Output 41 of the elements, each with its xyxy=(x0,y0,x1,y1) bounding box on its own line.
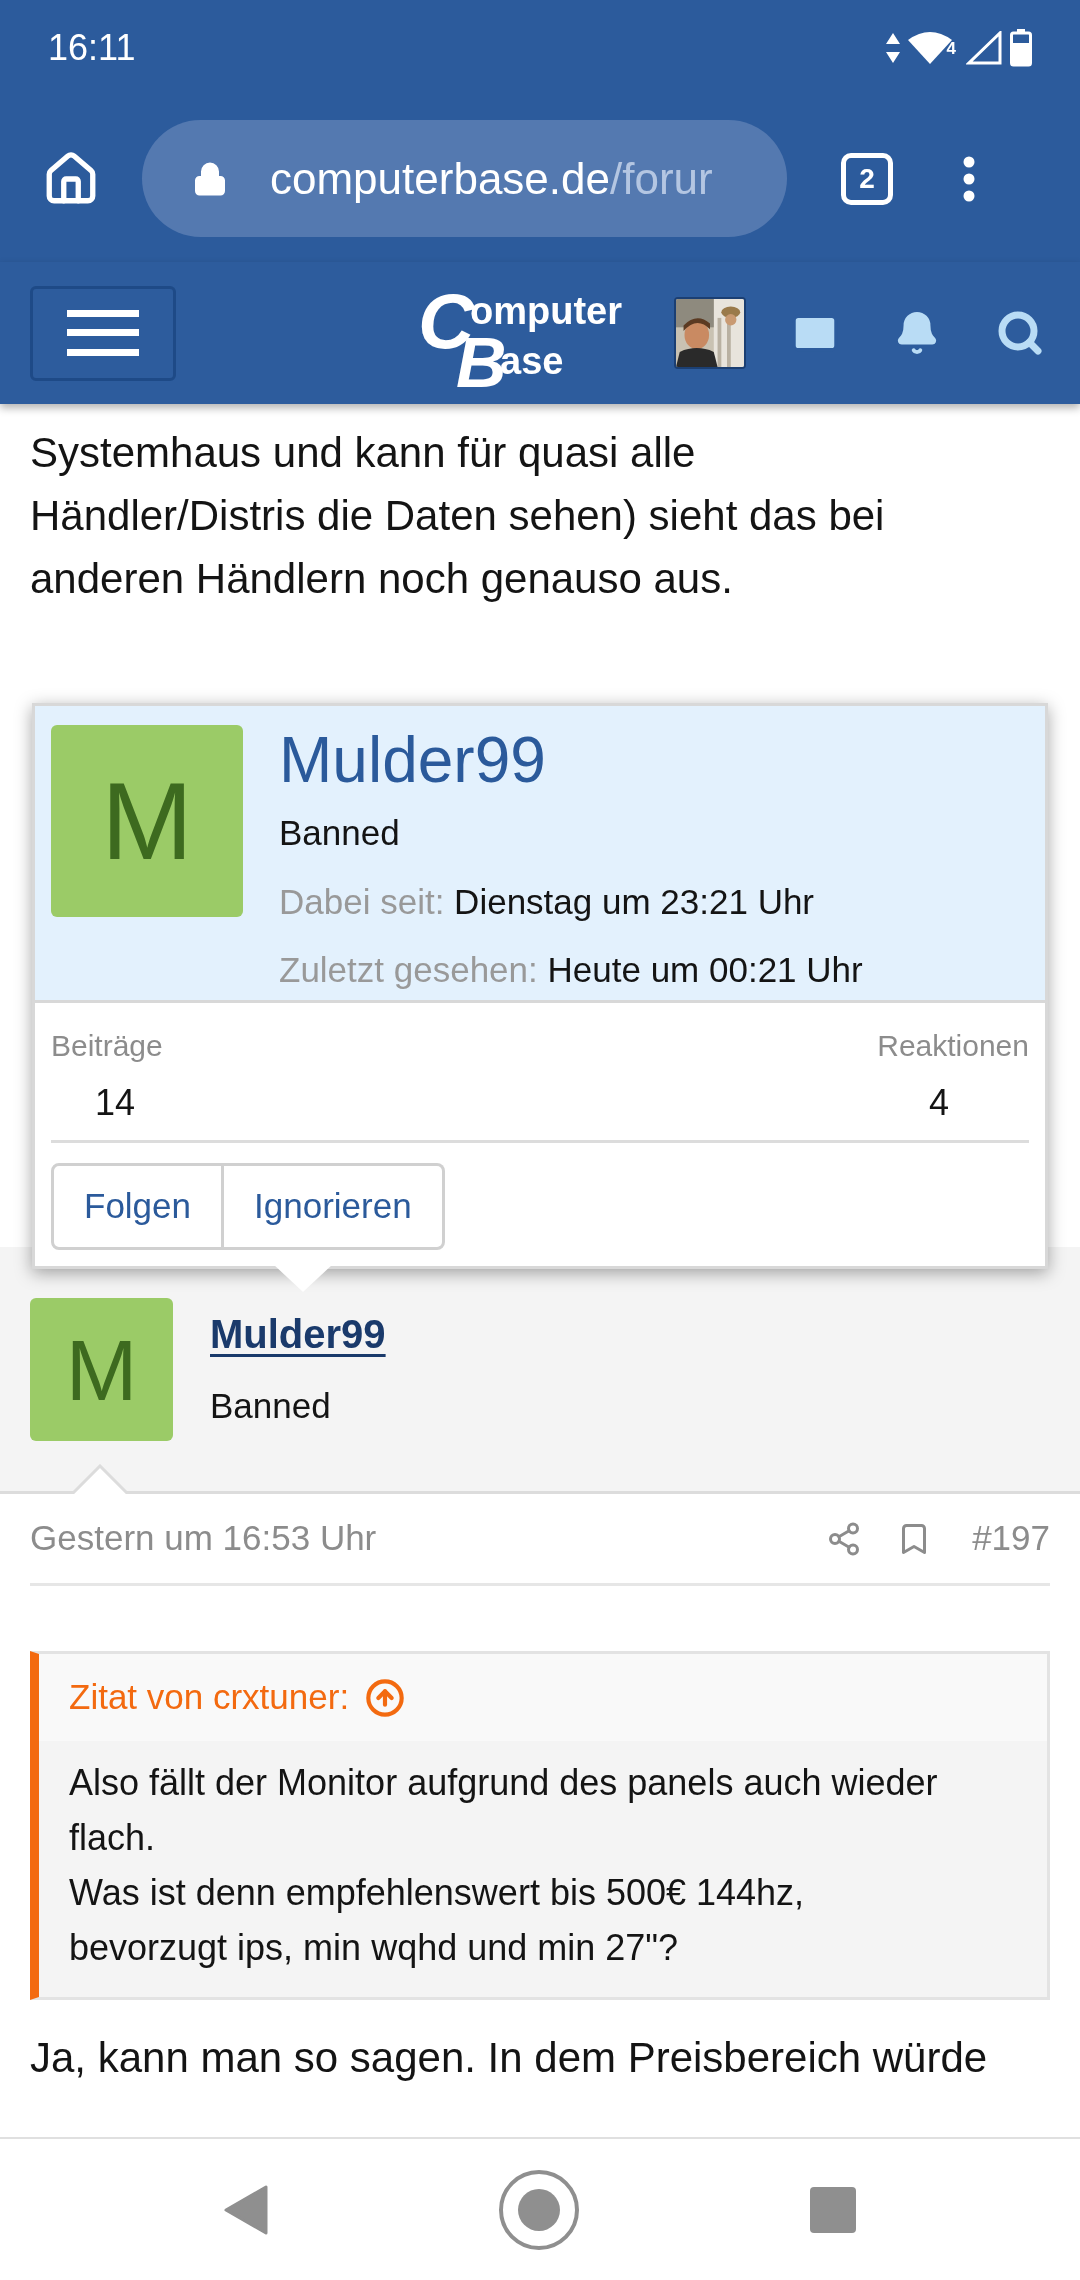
post-date[interactable]: Gestern um 16:53 Uhr xyxy=(30,1512,377,1565)
data-arrows-icon xyxy=(886,32,900,63)
quote-text-line: bevorzugt ips, min wqhd und min 27"? xyxy=(69,1926,680,1970)
stat-label: Beiträge xyxy=(51,1028,163,1064)
wifi-level-label: 4 xyxy=(946,39,956,57)
reply-text-line: Ja, kann man so sagen. In dem Preisbereich würde xyxy=(30,2033,989,2083)
home-button-icon[interactable] xyxy=(498,2168,580,2251)
member-name-link[interactable]: Mulder99 xyxy=(279,725,863,795)
post-text-line: anderen Händlern noch genauso aus. xyxy=(30,554,734,604)
jump-to-quote-icon[interactable] xyxy=(365,1677,406,1718)
author-title: Banned xyxy=(210,1385,332,1427)
battery-icon xyxy=(1010,28,1032,67)
stat-label: Reaktionen xyxy=(877,1028,1029,1064)
more-menu-icon[interactable] xyxy=(963,155,975,202)
post-text-line: Händler/Distris die Daten sehen) sieht das bei xyxy=(30,491,886,541)
address-bar[interactable]: computerbase.de/forur xyxy=(142,120,787,237)
popup-action-button[interactable]: Folgen xyxy=(51,1163,225,1250)
post-text-line: Systemhaus und kann für quasi alle xyxy=(30,428,697,478)
search-icon[interactable] xyxy=(996,309,1044,357)
post-number-link[interactable]: #197 xyxy=(972,1512,1050,1565)
back-icon[interactable] xyxy=(224,2184,268,2235)
quote-text-line: Was ist denn empfehlenswert bis 500€ 144hz, xyxy=(69,1871,806,1915)
tab-count-button[interactable]: 2 xyxy=(841,152,893,205)
member-avatar[interactable]: M xyxy=(51,725,243,917)
menu-icon xyxy=(67,310,139,356)
popup-action-button[interactable]: Ignorieren xyxy=(224,1163,445,1250)
author-avatar[interactable]: M xyxy=(30,1298,173,1441)
signal-icon xyxy=(966,30,1002,65)
menu-button[interactable] xyxy=(30,285,176,381)
recents-icon[interactable] xyxy=(810,2186,856,2233)
member-info-line: Zuletzt gesehen: Heute um 00:21 Uhr xyxy=(279,949,863,991)
stat-value: 4 xyxy=(928,1081,949,1125)
quote-title: Zitat von crxtuner: xyxy=(69,1676,350,1719)
status-time: 16:11 xyxy=(48,25,136,70)
url-text: computerbase.de/forur xyxy=(270,152,713,205)
member-title: Banned xyxy=(279,812,401,854)
member-info-line: Dabei seit: Dienstag um 23:21 Uhr xyxy=(279,880,816,923)
quote-text-line: Also fällt der Monitor aufgrund des panels auch wieder xyxy=(69,1761,939,1805)
quote-text-line: flach. xyxy=(69,1816,157,1860)
author-name-link[interactable]: Mulder99 xyxy=(210,1304,386,1364)
stat-value: 14 xyxy=(95,1081,136,1125)
